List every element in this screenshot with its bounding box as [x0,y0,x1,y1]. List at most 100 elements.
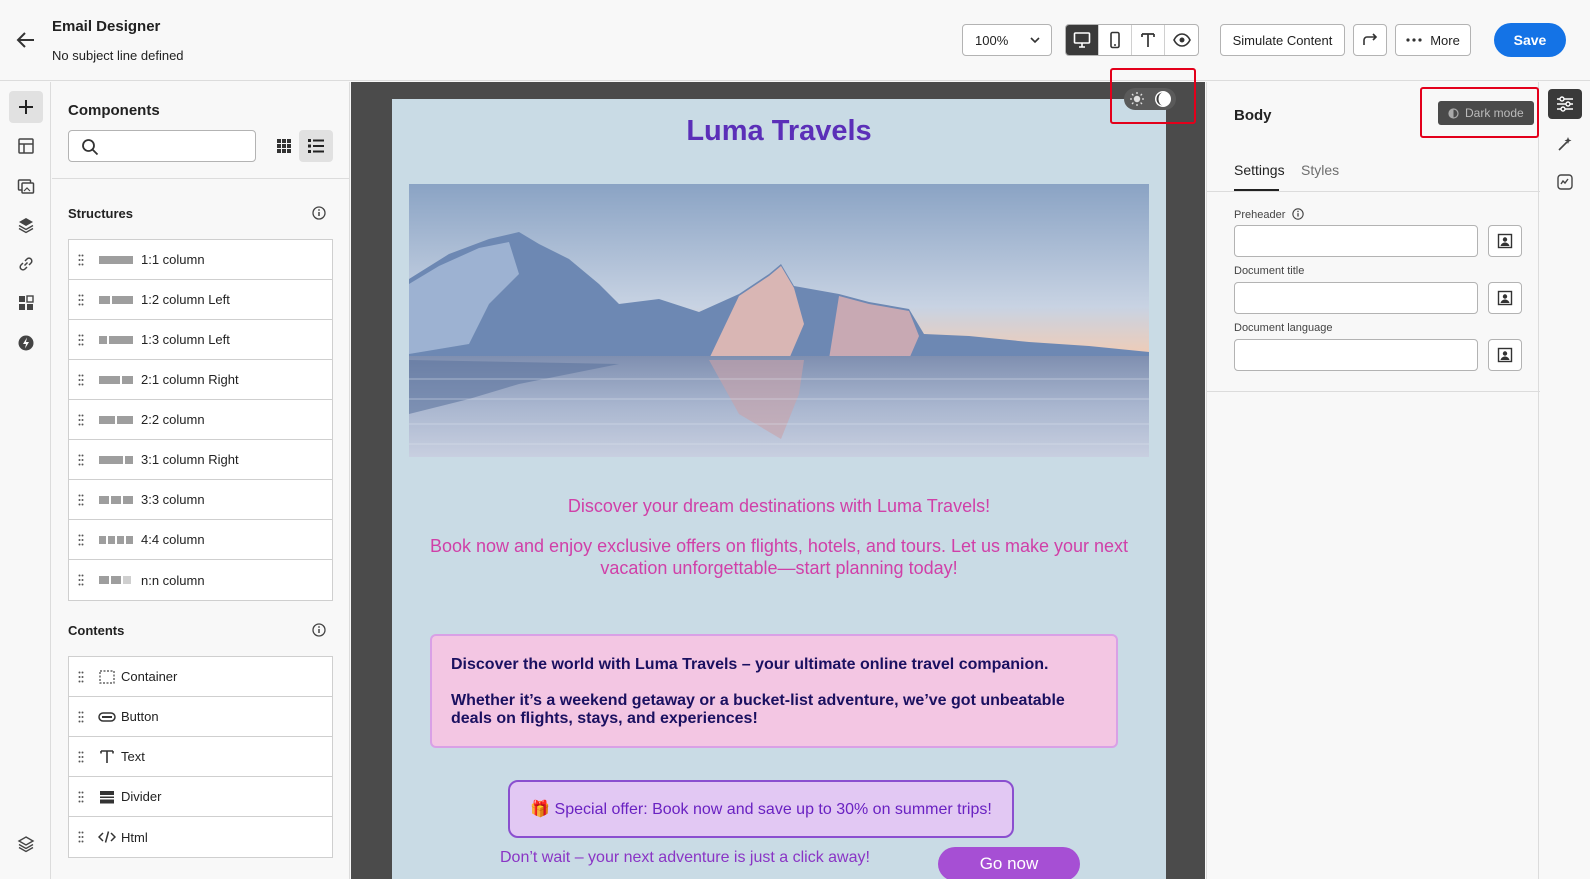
content-item-text[interactable]: Text [69,737,332,777]
structures-heading: Structures [68,206,134,221]
properties-title: Body [1234,107,1272,124]
drag-handle-icon[interactable] [69,414,93,426]
promo-box[interactable]: Discover the world with Luma Travels – y… [430,634,1118,748]
grid-view-toggle[interactable] [267,130,301,162]
structure-label: 1:2 column Left [141,292,230,307]
text-view-button[interactable] [1132,25,1165,55]
content-item-html[interactable]: Html [69,817,332,857]
more-button[interactable]: More [1395,24,1471,56]
add-components-button[interactable] [9,91,43,123]
contents-list: Container Button Text Divider Html [68,656,333,858]
contents-heading: Contents [68,623,125,638]
list-view-toggle[interactable] [299,130,333,162]
list-view-icon [308,139,324,153]
content-label: Text [121,749,145,764]
drag-handle-icon[interactable] [69,454,93,466]
special-offer-box[interactable]: 🎁 Special offer: Book now and save up to… [508,780,1014,838]
drag-handle-icon[interactable] [69,494,93,506]
drag-handle-icon[interactable] [69,791,93,803]
subject-line: No subject line defined [52,48,184,63]
info-icon[interactable] [312,623,326,637]
structure-thumb-icon [99,415,133,424]
back-arrow-icon[interactable] [14,28,38,52]
stack-button[interactable] [9,828,43,860]
personalization-button[interactable] [1488,225,1522,257]
right-rail [1540,82,1590,879]
structure-item-n-n[interactable]: n:n column [69,560,332,600]
simulate-content-button[interactable]: Simulate Content [1220,24,1345,56]
structure-item-1-1[interactable]: 1:1 column [69,240,332,280]
brand-title[interactable]: Luma Travels [392,115,1166,148]
redo-button[interactable] [1353,24,1387,56]
links-button[interactable] [9,248,43,280]
search-input[interactable] [105,135,250,157]
desktop-view-button[interactable] [1066,25,1099,55]
actions-button[interactable] [9,327,43,359]
promo-line-2: Whether it’s a weekend getaway or a buck… [451,692,1065,727]
tab-settings[interactable]: Settings [1234,162,1285,178]
drag-handle-icon[interactable] [69,711,93,723]
tab-styles[interactable]: Styles [1301,162,1339,178]
structure-thumb-icon [99,455,133,464]
tagline-text[interactable]: Discover your dream destinations with Lu… [392,496,1166,517]
promo-line-1: Discover the world with Luma Travels – y… [451,656,1049,673]
document-title-input[interactable] [1234,282,1478,314]
drag-handle-icon[interactable] [69,751,93,763]
highlight-frame-dark-mode [1420,87,1539,138]
fragments-button[interactable] [9,130,43,162]
intro-text[interactable]: Book now and enjoy exclusive offers on f… [412,535,1146,579]
content-label: Container [121,669,178,684]
preheader-input[interactable] [1234,225,1478,257]
search-field[interactable] [68,130,256,162]
info-icon[interactable] [312,206,326,220]
go-now-button[interactable]: Go now [938,847,1080,879]
assets-button[interactable] [9,170,43,202]
drag-handle-icon[interactable] [69,671,93,683]
zoom-select[interactable]: 100% [962,24,1052,56]
content-item-divider[interactable]: Divider [69,777,332,817]
email-body[interactable]: Luma Travels Discover your dream destina… [392,99,1166,879]
settings-panel-button[interactable] [1548,89,1582,119]
info-icon[interactable] [1292,208,1305,220]
structures-list: 1:1 column 1:2 column Left 1:3 column Le… [68,239,333,601]
grid-icon [19,295,34,310]
mobile-icon [1110,31,1120,49]
components-title: Components [68,102,160,119]
mobile-view-button[interactable] [1099,25,1132,55]
redo-icon [1363,33,1378,45]
save-button[interactable]: Save [1494,23,1566,57]
drag-handle-icon[interactable] [69,374,93,386]
ai-assistant-button[interactable] [1548,129,1582,159]
structure-item-1-3-left[interactable]: 1:3 column Left [69,320,332,360]
validation-button[interactable] [1548,167,1582,197]
personalization-button[interactable] [1488,282,1522,314]
cta-text[interactable]: Don’t wait – your next adventure is just… [500,849,870,867]
structure-item-1-2-left[interactable]: 1:2 column Left [69,280,332,320]
drag-handle-icon[interactable] [69,534,93,546]
email-canvas[interactable]: Luma Travels Discover your dream destina… [351,82,1205,879]
drag-handle-icon[interactable] [69,574,93,586]
drag-handle-icon[interactable] [69,831,93,843]
layers-button[interactable] [9,209,43,241]
drag-handle-icon[interactable] [69,254,93,266]
drag-handle-icon[interactable] [69,294,93,306]
fields-divider [1207,391,1540,392]
structure-item-3-1-right[interactable]: 3:1 column Right [69,440,332,480]
layers-icon [18,218,34,234]
structure-item-3-3[interactable]: 3:3 column [69,480,332,520]
drag-handle-icon[interactable] [69,334,93,346]
structure-item-2-2[interactable]: 2:2 column [69,400,332,440]
content-item-button[interactable]: Button [69,697,332,737]
structure-item-4-4[interactable]: 4:4 column [69,520,332,560]
structure-item-2-1-right[interactable]: 2:1 column Right [69,360,332,400]
document-language-input[interactable] [1234,339,1478,371]
hero-image[interactable] [409,184,1149,457]
personalization-button[interactable] [1488,339,1522,371]
structure-thumb-icon [99,576,133,584]
chevron-down-icon [1030,37,1040,44]
content-item-container[interactable]: Container [69,657,332,697]
preview-button[interactable] [1165,25,1198,55]
components-grid-button[interactable] [9,287,43,319]
tabs-divider [1207,191,1540,192]
html-icon [97,830,117,844]
